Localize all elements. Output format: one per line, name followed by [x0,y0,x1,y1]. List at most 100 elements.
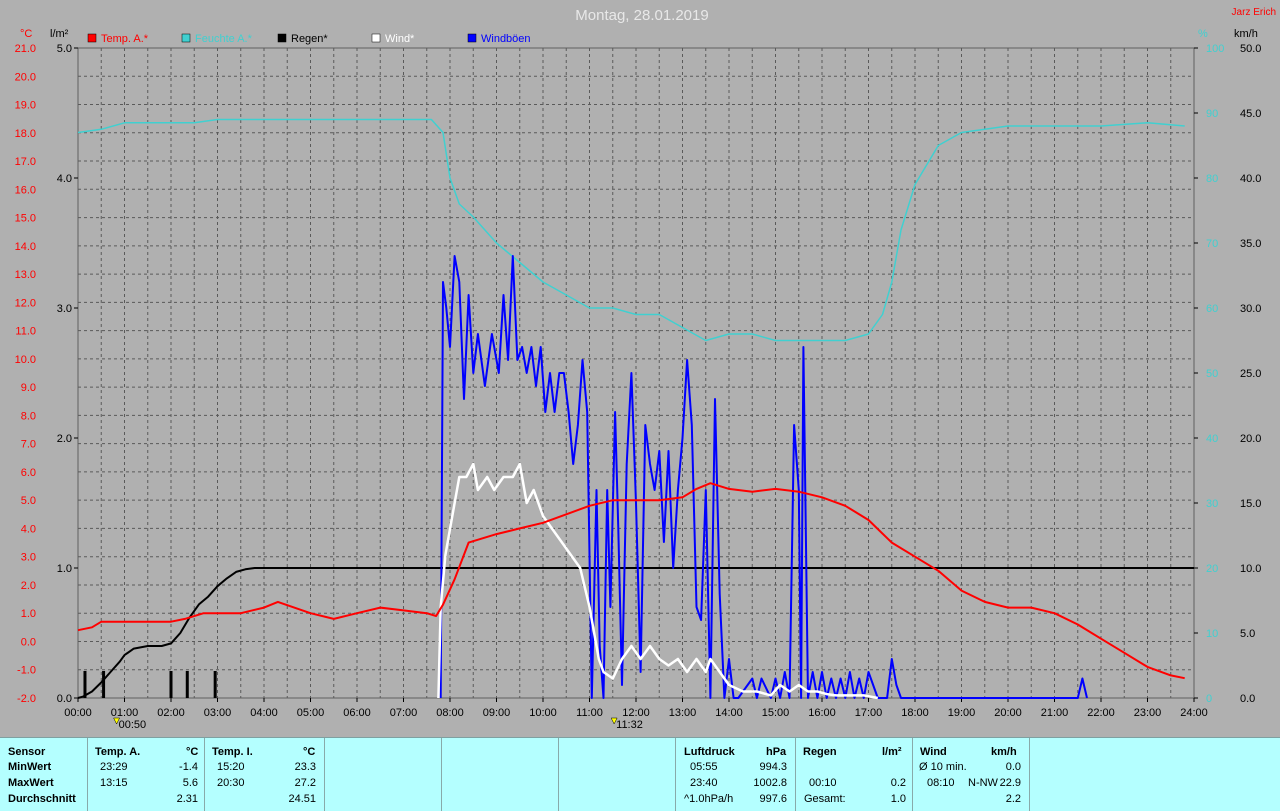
temp-tick-label: 21.0 [15,43,36,55]
stats-wind-avg: 0.0 [1005,761,1021,773]
axis-unit-temp: °C [20,28,32,40]
stats-temp-i-header: Temp. I. [212,746,253,758]
x-tick-label: 16:00 [808,707,836,719]
stats-wind-mean: 2.2 [1005,793,1021,805]
x-tick-label: 08:00 [436,707,464,719]
stats-pressure-min-time: 05:55 [690,761,718,773]
rain-tick-label: 3.0 [57,303,72,315]
temp-tick-label: -1.0 [17,665,36,677]
temp-tick-label: 5.0 [21,495,36,507]
x-tick-label: 09:00 [483,707,511,719]
stats-pressure-header: Luftdruck [684,746,735,758]
legend-swatch-rain [277,33,287,43]
humidity-tick-label: 80 [1206,173,1218,185]
grid [77,47,1195,699]
stats-col-rain: Regen l/m² 00:10 0.2 Gesamt: 1.0 [796,738,913,811]
stats-col-wind: Wind km/h Ø 10 min. 0.0 08:10 N-NW 22.9 … [913,738,1030,811]
wind-tick-label: 10.0 [1240,563,1261,575]
temp-tick-label: 8.0 [21,410,36,422]
x-tick-label: 17:00 [855,707,883,719]
axis-unit-rain: l/m² [50,28,69,40]
temp-tick-label: 20.0 [15,71,36,83]
axis-ticks: 00:00 01:00 02:00 03:00 04:00 05:00 06:00 07:00… [15,43,1262,719]
humidity-series-line [77,118,1185,342]
temp-tick-label: 3.0 [21,552,36,564]
humidity-tick-label: 40 [1206,433,1218,445]
legend-swatch-humidity [181,33,191,43]
rain-event-bar [185,671,189,698]
gust-series-line [439,255,1088,699]
time-marker-label: 11:32 [616,719,643,731]
stats-col-empty-2 [442,738,559,811]
rain-tick-label: 2.0 [57,433,72,445]
humidity-tick-label: 30 [1206,498,1218,510]
stats-temp-a-min-time: 23:29 [100,761,128,773]
temp-tick-label: -2.0 [17,693,36,705]
temp-tick-label: 10.0 [15,354,36,366]
temp-tick-label: 6.0 [21,467,36,479]
x-tick-label: 13:00 [669,707,697,719]
stats-rain-max-value: 0.2 [890,777,906,789]
wind-tick-label: 30.0 [1240,303,1261,315]
x-tick-label: 03:00 [204,707,232,719]
wind-tick-label: 20.0 [1240,433,1261,445]
temp-tick-label: 4.0 [21,523,36,535]
legend-label-humidity: Feuchte A.* [195,33,253,45]
temp-tick-label: 9.0 [21,382,36,394]
stats-temp-a-avg: 2.31 [176,793,198,805]
x-tick-label: 23:00 [1134,707,1162,719]
rain-tick-label: 4.0 [57,173,72,185]
temp-tick-label: 14.0 [15,241,36,253]
humidity-tick-label: 50 [1206,368,1218,380]
legend-label-rain: Regen* [291,33,328,45]
stats-col-sensor: Sensor MinWert MaxWert Durchschnitt [0,738,88,811]
stats-temp-a-min-value: -1.4 [179,761,198,773]
stats-temp-i-unit: °C [303,746,316,758]
stats-temp-a-header: Temp. A. [95,746,141,758]
temp-series-line [77,482,1185,680]
axis-unit-humidity: % [1198,28,1208,40]
rain-event-bar [169,671,173,698]
stats-temp-a-max-value: 5.6 [182,777,198,789]
stats-max-label: MaxWert [8,777,54,789]
temp-tick-label: 0.0 [21,636,36,648]
x-tick-label: 00:00 [64,707,92,719]
wind-tick-label: 45.0 [1240,108,1261,120]
legend-swatch-wind [371,33,381,43]
x-tick-label: 02:00 [157,707,185,719]
x-tick-label: 06:00 [343,707,371,719]
stats-col-temp-a: Temp. A. °C 23:29 -1.4 13:15 5.6 2.31 [88,738,205,811]
x-tick-label: 01:00 [111,707,139,719]
stats-pressure-unit: hPa [766,746,787,758]
legend: Temp. A.* Feuchte A.* Regen* Wind* Windb… [87,33,531,45]
rain-event-bar [83,671,87,698]
stats-temp-i-max-value: 27.2 [294,777,316,789]
legend-swatch-temp [87,33,97,43]
humidity-tick-label: 60 [1206,303,1218,315]
statistics-panel: Sensor MinWert MaxWert Durchschnitt Temp… [0,737,1280,811]
temp-tick-label: 1.0 [21,608,36,620]
stats-wind-avg-label: Ø 10 min. [919,761,967,773]
temp-tick-label: 12.0 [15,297,36,309]
stats-pressure-avg: 997.6 [759,793,787,805]
legend-label-temp: Temp. A.* [101,33,149,45]
legend-swatch-gust [467,33,477,43]
stats-wind-header: Wind [920,746,947,758]
stats-col-pressure: Luftdruck hPa 05:55 994.3 23:40 1002.8 ^… [676,738,796,811]
wind-tick-label: 0.0 [1240,693,1255,705]
stats-col-empty-3 [559,738,676,811]
humidity-tick-label: 0 [1206,693,1212,705]
rain-tick-label: 0.0 [57,693,72,705]
rain-event-bar [102,671,106,698]
temp-tick-label: 2.0 [21,580,36,592]
stats-avg-label: Durchschnitt [8,793,76,805]
axis-unit-wind: km/h [1234,28,1258,40]
temp-tick-label: 11.0 [15,326,36,338]
weather-chart: Montag, 28.01.2019 Jarz Erich Temp. A.* … [15,7,1276,731]
temp-tick-label: 16.0 [15,184,36,196]
author-label: Jarz Erich [1232,7,1276,18]
humidity-tick-label: 20 [1206,563,1218,575]
x-tick-label: 15:00 [762,707,790,719]
wind-tick-label: 40.0 [1240,173,1261,185]
stats-pressure-trend-label: ^1.0hPa/h [684,793,734,805]
